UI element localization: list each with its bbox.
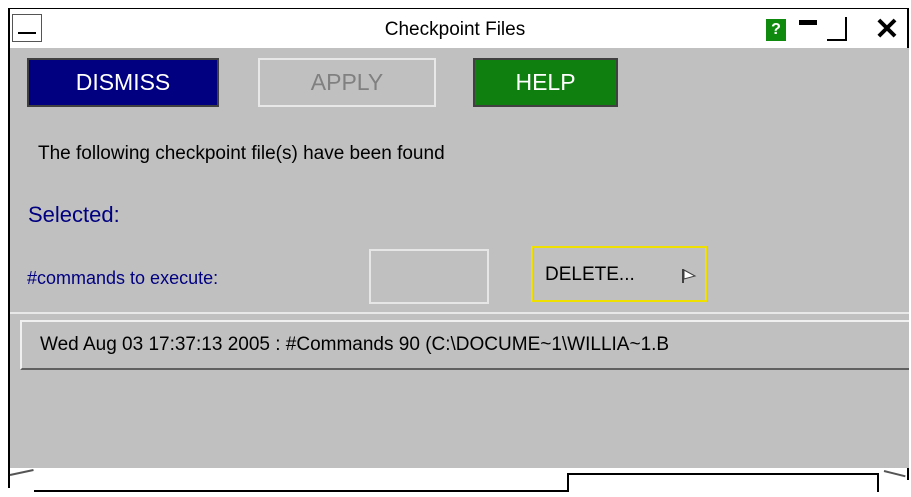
info-text: The following checkpoint file(s) have be… [38, 143, 445, 164]
bottom-mid-top-border [567, 473, 879, 475]
commands-input[interactable] [369, 249, 489, 304]
question-mark-icon[interactable]: ? [766, 19, 786, 41]
resize-grip-right[interactable] [883, 470, 906, 478]
selected-label: Selected: [28, 202, 120, 227]
maximize-line-horizontal [827, 39, 847, 41]
menu-dash [18, 32, 36, 34]
checkpoint-panel: DISMISS APPLY HELP The following checkpo… [8, 48, 909, 468]
section-divider [10, 312, 909, 314]
window-right-edge [907, 468, 909, 480]
commands-label: #commands to execute: [27, 268, 219, 288]
flag-icon [682, 269, 697, 283]
bottom-bar [0, 468, 911, 497]
window-right-border [907, 8, 909, 48]
resize-grip-left[interactable] [9, 469, 34, 476]
minimize-icon[interactable] [797, 17, 821, 41]
window-title: Checkpoint Files [384, 19, 526, 40]
maximize-icon[interactable] [825, 17, 853, 42]
maximize-line-vertical [845, 17, 847, 41]
dismiss-button[interactable]: DISMISS [27, 58, 219, 107]
bottom-mid-border [567, 473, 569, 492]
bottom-right-border [877, 473, 879, 492]
bottom-border [34, 490, 568, 492]
minimize-bar [799, 20, 817, 25]
title-bar-border [8, 8, 908, 9]
delete-button-label: DELETE... [545, 264, 635, 285]
window-left-border [8, 8, 10, 48]
checkpoint-list[interactable]: Wed Aug 03 17:37:13 2005 : #Commands 90 … [20, 320, 909, 370]
help-button[interactable]: HELP [473, 58, 618, 107]
title-bar: Checkpoint Files ? ✕ [0, 0, 911, 48]
window-menu-icon[interactable] [12, 14, 42, 42]
close-icon[interactable]: ✕ [872, 15, 902, 45]
delete-button[interactable]: DELETE... [531, 246, 707, 302]
list-item[interactable]: Wed Aug 03 17:37:13 2005 : #Commands 90 … [40, 334, 669, 356]
apply-button[interactable]: APPLY [258, 58, 436, 107]
bottom-left-border [8, 468, 10, 488]
